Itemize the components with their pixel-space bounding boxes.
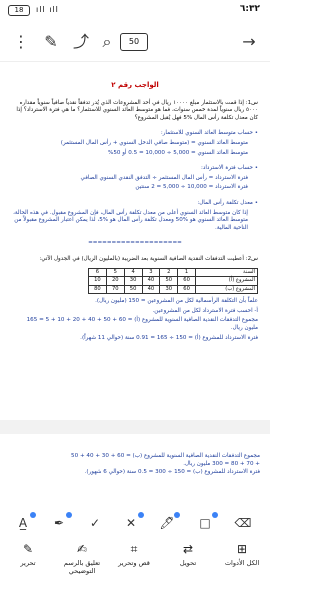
page-2-line-2: + 70 + 80 = 300 مليون ريال.: [183, 461, 260, 467]
table-cell: 5: [105, 267, 125, 278]
menu-icon[interactable]: ⋮: [10, 32, 32, 52]
table-cell: 80: [88, 284, 107, 295]
table-cell: 40: [141, 284, 161, 295]
answer-3-line-1: إذا كان متوسط العائد السنوي أعلى من معدل…: [13, 209, 248, 231]
checkmark-icon[interactable]: ✓: [86, 516, 104, 530]
nav-edit[interactable]: ✎ تحرير: [2, 542, 54, 567]
question-1: س1: إذا قمت بالاستثمار مبلغ ١٠٠٠٠ ريال ف…: [16, 99, 258, 121]
separator: ====================: [88, 240, 182, 247]
table-cell: 3: [141, 267, 161, 278]
back-arrow-icon[interactable]: →: [238, 32, 260, 52]
table-cell: 6: [88, 267, 107, 278]
nav-all-tools[interactable]: ⊞ الكل الأدوات: [216, 542, 268, 567]
table-cell: 2: [159, 267, 179, 278]
table-cell: 50: [159, 276, 179, 286]
table-row: المشروع (أ) 60 50 40 30 20 10: [88, 276, 258, 286]
table-header-row: السنة 1 2 3 4 5 6: [88, 267, 258, 278]
cross-icon[interactable]: ✕: [122, 512, 144, 530]
search-icon[interactable]: ⌕: [96, 32, 118, 52]
text-box-icon[interactable]: A̲: [14, 512, 36, 530]
doc-title: الواجب رقم ٢: [111, 81, 159, 89]
answer-3-heading: • معدل تكلفة رأس المال:: [197, 199, 258, 206]
tools-icon: ⊞: [236, 542, 248, 556]
edit-icon: ✎: [22, 542, 34, 556]
erase-icon[interactable]: ⌫: [234, 516, 252, 530]
answer-1-line-1: متوسط العائد السنوي = (متوسط صافي الدخل …: [60, 139, 248, 146]
signal-icon: ıll ıll: [36, 5, 59, 14]
nav-convert[interactable]: ⇄ تحويل: [162, 542, 214, 567]
convert-icon: ⇄: [182, 542, 194, 556]
highlighter-icon[interactable]: 🖊: [158, 512, 180, 530]
nav-label: تحويل: [179, 559, 197, 567]
table-cell: 1: [177, 267, 196, 278]
table-cell: 20: [105, 276, 125, 286]
annotate-icon: ✍: [76, 542, 88, 556]
nav-crop-edit[interactable]: ⌗ قص وتحرير: [108, 542, 160, 567]
nav-label: تعليق بالرسم التوضيحي: [63, 559, 101, 575]
bottom-navigation: ⊞ الكل الأدوات ⇄ تحويل ⌗ قص وتحرير ✍ تعل…: [0, 538, 270, 600]
answer-1-line-2: متوسط العائد السنوي = 5,000 ÷ 10,000 = 0…: [108, 149, 248, 156]
answer-2-heading: • حساب فترة الاسترداد:: [200, 165, 258, 172]
table-cell: 10: [88, 276, 107, 286]
table-cell: المشروع (ب): [195, 284, 258, 295]
table-row: المشروع (ب) 60 30 40 50 70 80: [88, 284, 258, 295]
table-cell: 60: [177, 276, 196, 286]
cashflow-table: السنة 1 2 3 4 5 6 المشروع (أ) 60 50 40 3…: [88, 267, 258, 295]
nav-label: الكل الأدوات: [224, 559, 260, 567]
nav-label: قص وتحرير: [118, 559, 150, 567]
page-2-line-3: فترة الاسترداد للمشروع (ب) = 150 ÷ 300 =…: [84, 469, 260, 475]
page-divider: [0, 420, 270, 434]
table-cell: 30: [123, 276, 143, 286]
table-cell: 50: [123, 284, 143, 295]
table-cell: 40: [141, 276, 161, 286]
nav-annotate[interactable]: ✍ تعليق بالرسم التوضيحي: [56, 542, 108, 575]
rectangle-icon[interactable]: □: [196, 512, 218, 530]
question-2-task: أ- احسب فترة الاسترداد لكل من المشروعين.: [152, 307, 258, 314]
answer-1-heading: • حساب متوسط العائد السنوي للاستثمار:: [160, 130, 258, 137]
pages-button[interactable]: 50: [120, 33, 148, 51]
answer-2-line-1: فترة الاسترداد = رأس المال المستثمر ÷ ال…: [80, 174, 248, 181]
document-page-2: مجموع التدفقات النقدية الصافية السنوية ل…: [10, 452, 260, 504]
answer-2-line-2: فترة الاسترداد = 10,000 ÷ 5,000 = 2 سنتي…: [135, 184, 248, 191]
table-cell: 60: [177, 284, 196, 295]
question-2-note: علماً بأن التكلفة الرأسمالية لكل من المش…: [95, 298, 258, 305]
table-cell: 30: [159, 284, 179, 295]
table-cell: السنة: [195, 267, 258, 278]
pencil-icon[interactable]: ✎: [40, 32, 62, 52]
table-cell: 70: [105, 284, 125, 295]
question-2-calc-1: مجموع التدفقات النقدية الصافية السنوية ل…: [26, 317, 258, 332]
nav-label: تحرير: [20, 559, 36, 567]
pen-icon[interactable]: ✒: [50, 512, 72, 530]
question-2: س2: أعطيت التدفقات النقدية الصافية السنو…: [39, 255, 258, 262]
question-2-calc-2: فترة الاسترداد للمشروع (أ) = 150 ÷ 165 =…: [80, 334, 258, 341]
top-toolbar: ⋮ ✎ ⤴ ⌕ 50 →: [0, 22, 270, 62]
battery-icon: 18: [8, 5, 30, 16]
table-cell: المشروع (أ): [195, 276, 258, 286]
share-icon[interactable]: ⤴: [70, 32, 92, 52]
clock: ٦:٣٢: [239, 4, 260, 14]
table-cell: 4: [123, 267, 143, 278]
page-2-line-1: مجموع التدفقات النقدية الصافية السنوية ل…: [71, 453, 260, 459]
status-bar: 18 ıll ıll ٦:٣٢: [0, 0, 270, 22]
annotation-toolbar: A̲ ✒ ✓ ✕ 🖊 □ ⌫: [0, 508, 270, 538]
document-page: الواجب رقم ٢ س1: إذا قمت بالاستثمار مبلغ…: [6, 64, 264, 419]
crop-icon: ⌗: [130, 542, 138, 556]
